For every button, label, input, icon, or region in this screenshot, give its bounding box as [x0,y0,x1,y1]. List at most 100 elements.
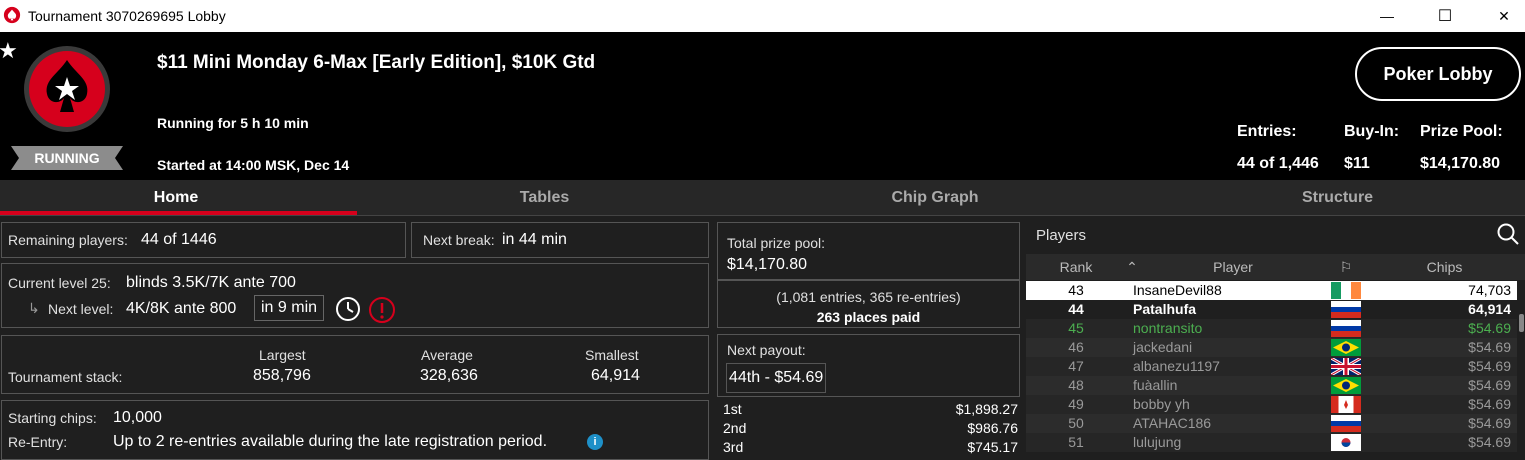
chips-header-label: Chips [1426,259,1463,275]
smallest-value: 64,914 [591,367,640,384]
reentry-value: Up to 2 re-entries available during the … [113,433,548,450]
tab-chip-graph[interactable]: Chip Graph [750,180,1120,216]
table-row[interactable]: 49 bobby yh $54.69 [1026,395,1517,414]
next-payout-value: 44th - $54.69 [726,363,827,393]
chips-cell: $54.69 [1468,396,1511,412]
payout-row: 1st $1,898.27 [717,401,1020,420]
russia-flag-icon [1331,415,1361,432]
brazil-flag-icon [1331,339,1361,356]
next-break-value: in 44 min [502,231,567,248]
payout-row: 2nd $986.76 [717,420,1020,439]
payout-amount: $745.17 [967,439,1018,455]
pokerstars-logo-icon [24,46,110,132]
table-row[interactable]: 50 ATAHAC186 $54.69 [1026,414,1517,433]
canada-flag-icon [1331,396,1361,413]
search-icon[interactable] [1496,222,1520,246]
players-panel: Players Rank ⌃ Player ⚐ Chips 43 InsaneDe… [1026,217,1525,454]
russia-flag-icon [1331,320,1361,337]
player-name: jackedani [1133,339,1193,355]
remaining-label: Remaining players: [8,232,128,248]
table-row[interactable]: 44 Patalhufa 64,914 [1026,300,1517,319]
player-header-label: Player [1213,259,1253,275]
payout-place: 3rd [723,439,744,455]
remaining-players-box: Remaining players: 44 of 1446 [1,222,406,258]
table-row[interactable]: 43 InsaneDevil88 74,703 [1026,281,1517,300]
rank-column-header[interactable]: Rank [1026,254,1126,280]
rank-header-label: Rank [1059,259,1093,275]
players-title: Players [1036,227,1087,244]
current-level-label: Current level 25: [8,275,111,291]
buyin-label: Buy-In: [1344,123,1400,140]
lobby-tabs: Home Tables Chip Graph Structure [0,180,1525,216]
rank-cell: 46 [1068,339,1084,355]
total-prize-value: $14,170.80 [727,256,808,273]
favorite-star-icon[interactable]: ★ [0,38,18,64]
level-box: Current level 25: blinds 3.5K/7K ante 70… [1,263,709,328]
rank-cell: 51 [1068,434,1084,450]
info-icon[interactable]: i [587,434,603,450]
next-level-arrow-icon: ↳ [28,300,40,316]
entries-label: Entries: [1237,123,1297,140]
player-name: fuàallin [1133,377,1178,393]
sort-arrow-icon[interactable]: ⌃ [1126,254,1138,280]
rank-cell: 49 [1068,396,1084,412]
tab-tables[interactable]: Tables [357,180,732,216]
rank-cell: 47 [1068,358,1084,374]
start-time: Started at 14:00 MSK, Dec 14 [157,157,350,173]
chips-cell: $54.69 [1468,339,1511,355]
rank-cell: 44 [1068,301,1084,317]
player-name: InsaneDevil88 [1133,282,1222,298]
maximize-button[interactable]: ☐ [1425,4,1465,28]
prizepool-value: $14,170.80 [1420,155,1501,172]
poker-lobby-button[interactable]: Poker Lobby [1355,47,1521,101]
chips-column-header[interactable]: Chips [1364,254,1525,280]
entries-value: 44 of 1,446 [1237,155,1319,172]
places-paid-box: (1,081 entries, 365 re-entries) 263 plac… [717,280,1020,328]
status-badge: RUNNING [11,146,123,170]
flag-column-icon[interactable]: ⚐ [1328,254,1364,280]
payout-amount: $1,898.27 [955,401,1018,417]
player-name: nontransito [1133,320,1203,336]
home-content: Remaining players: 44 of 1446 Next break… [0,217,1525,460]
russia-flag-icon [1331,301,1361,318]
rules-box: Starting chips: 10,000 Re-Entry: Up to 2… [1,400,709,460]
stack-label: Tournament stack: [8,369,123,385]
next-level-label: Next level: [48,301,114,317]
entries-note: (1,081 entries, 365 re-entries) [776,289,961,305]
brazil-flag-icon [1331,377,1361,394]
table-row[interactable]: 47 albanezu1197 $54.69 [1026,357,1517,376]
payout-place: 2nd [723,420,747,436]
table-row[interactable]: 48 fuàallin $54.69 [1026,376,1517,395]
starting-chips-value: 10,000 [113,409,162,426]
prizepool-label: Prize Pool: [1420,123,1503,140]
clock-icon[interactable] [335,296,361,322]
player-name: albanezu1197 [1133,358,1220,374]
current-level-value: blinds 3.5K/7K ante 700 [126,274,296,291]
tab-structure[interactable]: Structure [1150,180,1525,216]
table-row[interactable]: 51 lulujung $54.69 [1026,433,1517,452]
chips-cell: $54.69 [1468,358,1511,374]
rank-cell: 45 [1068,320,1084,336]
reentry-label: Re-Entry: [8,434,68,450]
alert-icon[interactable] [368,296,396,324]
largest-label: Largest [259,347,306,363]
places-paid: 263 places paid [816,309,921,325]
minimize-button[interactable]: — [1367,4,1407,28]
table-row[interactable]: 46 jackedani $54.69 [1026,338,1517,357]
table-row[interactable]: 45 nontransito $54.69 [1026,319,1517,338]
largest-value: 858,796 [253,367,311,384]
chips-cell: $54.69 [1468,415,1511,431]
total-prize-label: Total prize pool: [727,235,826,251]
scrollbar-thumb[interactable] [1519,314,1524,332]
remaining-value: 44 of 1446 [141,231,217,248]
player-column-header[interactable]: Player [1138,254,1328,280]
rank-cell: 50 [1068,415,1084,431]
rank-cell: 48 [1068,377,1084,393]
buyin-value: $11 [1344,155,1370,172]
next-break-box: Next break: in 44 min [411,222,709,258]
starting-chips-label: Starting chips: [8,410,97,426]
close-button[interactable]: ✕ [1484,4,1524,28]
player-name: ATAHAC186 [1133,415,1212,431]
player-name: bobby yh [1133,396,1190,412]
chips-cell: 74,703 [1468,282,1511,298]
